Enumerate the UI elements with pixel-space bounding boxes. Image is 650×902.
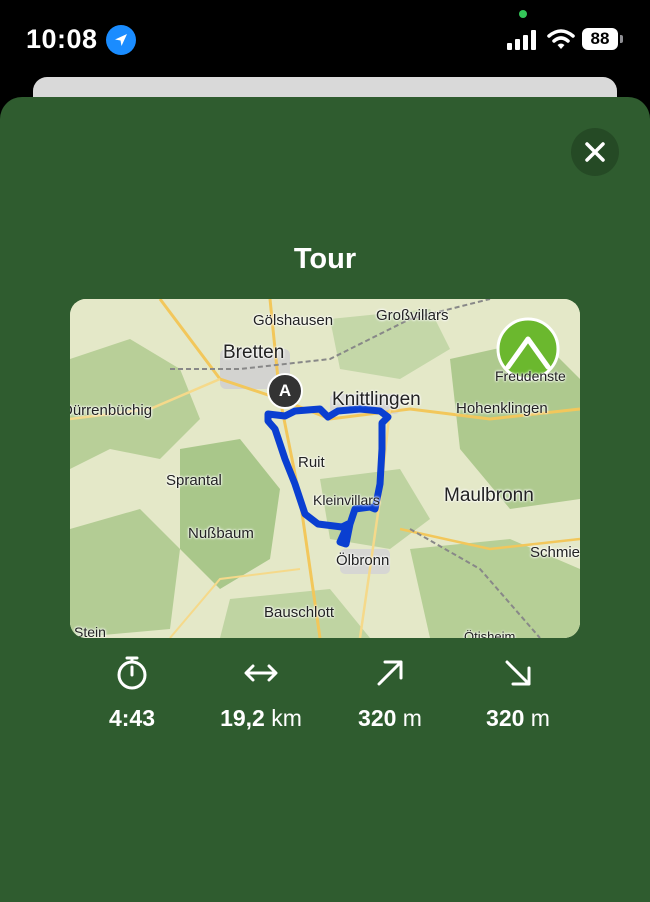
battery-tip <box>620 35 623 43</box>
stat-distance: 19,2 km <box>196 655 326 732</box>
arrow-down-right-icon <box>505 660 531 686</box>
map-label-schmie: Schmie <box>530 544 580 561</box>
distance-value: 19,2 <box>220 705 265 731</box>
map-label-kleinvillars: Kleinvillars <box>313 492 380 508</box>
tour-map[interactable]: A Gölshausen Großvillars Bretten Knittli… <box>70 299 580 638</box>
map-label-oelbronn: Ölbronn <box>336 552 390 569</box>
map-label-knittlingen: Knittlingen <box>332 389 421 410</box>
map-label-ruit: Ruit <box>298 454 325 471</box>
descent-unit: m <box>530 705 550 731</box>
start-marker-label: A <box>278 381 292 400</box>
map-label-maulbronn: Maulbronn <box>444 485 534 506</box>
map-label-sprantal: Sprantal <box>166 472 222 489</box>
stat-descent: 320 m <box>453 655 583 732</box>
cellular-signal-icon <box>507 30 536 50</box>
map-label-hohenklingen: Hohenklingen <box>456 400 548 417</box>
page-title: Tour <box>293 243 357 275</box>
map-label-bretten: Bretten <box>223 342 285 363</box>
ascent-value: 320 <box>358 705 397 731</box>
duration-value: 4:43 <box>108 705 156 731</box>
distance-unit: km <box>271 705 302 731</box>
stat-duration: 4:43 <box>67 655 197 732</box>
map-canvas <box>70 299 580 638</box>
descent-value: 320 <box>486 705 525 731</box>
map-label-goelshausen: Gölshausen <box>253 312 334 329</box>
stopwatch-icon <box>117 656 147 690</box>
map-label-grossvillars: Großvillars <box>376 307 449 324</box>
status-bar: 10:08 88 <box>0 0 650 80</box>
camera-indicator-dot <box>519 10 527 18</box>
status-time: 10:08 <box>26 24 98 54</box>
ascent-unit: m <box>402 705 422 731</box>
map-label-stein: Stein <box>74 624 106 638</box>
map-label-oetisheim: Ötisheim <box>464 629 516 638</box>
stat-ascent: 320 m <box>325 655 455 732</box>
map-label-bauschlott: Bauschlott <box>264 604 335 621</box>
wifi-icon <box>547 29 575 49</box>
distance-arrows-icon <box>244 664 278 682</box>
close-icon <box>585 142 605 162</box>
tour-stats: 4:43 19,2 km 320 m 320 m <box>0 655 650 755</box>
map-label-freudenstein: Freudenste <box>495 368 566 384</box>
location-arrow-icon <box>106 25 136 55</box>
map-label-duerrenbuechig: Dürrenbüchig <box>70 402 153 419</box>
close-button[interactable] <box>571 128 619 176</box>
map-label-nussbaum: Nußbaum <box>188 525 254 542</box>
battery-icon: 88 <box>582 28 618 50</box>
arrow-up-right-icon <box>377 660 403 686</box>
